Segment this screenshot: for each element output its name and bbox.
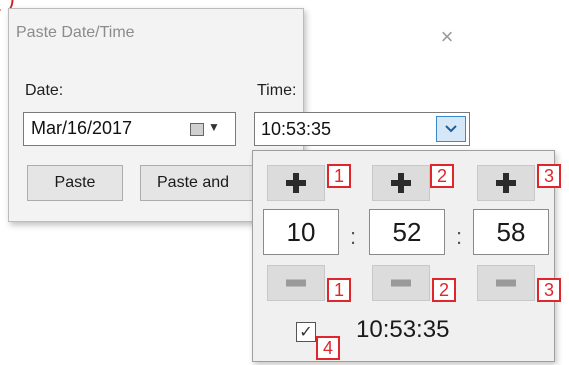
tag-second-increment: 3 (537, 164, 561, 188)
minute-increment-button[interactable] (372, 165, 430, 201)
plus-icon (286, 173, 306, 193)
calendar-icon[interactable] (190, 123, 204, 136)
minute-value-field[interactable]: 52 (369, 209, 445, 255)
time-value: 10:53:35 (261, 119, 332, 139)
date-label: Date: (25, 82, 64, 99)
second-decrement-button[interactable] (477, 265, 535, 301)
date-value: Mar/16/2017 (31, 118, 133, 138)
tag-checkbox: 4 (316, 336, 340, 360)
plus-icon (391, 173, 411, 193)
time-label: Time: (257, 82, 297, 99)
hour-decrement-button[interactable] (267, 265, 325, 301)
tag-minute-increment: 2 (430, 164, 454, 188)
minus-icon (286, 279, 306, 287)
separator: : (350, 224, 357, 249)
separator: : (456, 224, 463, 249)
dialog-title: Paste Date/Time (16, 24, 135, 41)
close-icon[interactable]: × (436, 26, 458, 48)
hour-value-field[interactable]: 10 (263, 209, 339, 255)
minus-icon (496, 279, 516, 287)
minus-icon (391, 279, 411, 287)
date-picker-field[interactable]: Mar/16/2017 ▼ (23, 112, 236, 146)
chevron-down-icon (445, 125, 457, 133)
minute-decrement-button[interactable] (372, 265, 430, 301)
tag-minute-decrement: 2 (432, 278, 456, 302)
chevron-down-icon[interactable]: ▼ (208, 120, 220, 134)
checkbox-time-label: 10:53:35 (356, 316, 450, 343)
check-icon: ✓ (299, 324, 313, 341)
second-value-field[interactable]: 58 (473, 209, 549, 255)
time-picker-field[interactable]: 10:53:35 (254, 112, 470, 146)
tag-hour-decrement: 1 (327, 278, 351, 302)
tag-hour-increment: 1 (327, 164, 351, 188)
tag-second-decrement: 3 (537, 278, 561, 302)
paste-and-button[interactable]: Paste and (140, 165, 260, 201)
plus-icon (496, 173, 516, 193)
show-time-checkbox[interactable]: ✓ (296, 322, 316, 342)
second-increment-button[interactable] (477, 165, 535, 201)
time-dropdown-button[interactable] (436, 116, 466, 142)
paste-button[interactable]: Paste (27, 165, 123, 201)
hour-increment-button[interactable] (267, 165, 325, 201)
